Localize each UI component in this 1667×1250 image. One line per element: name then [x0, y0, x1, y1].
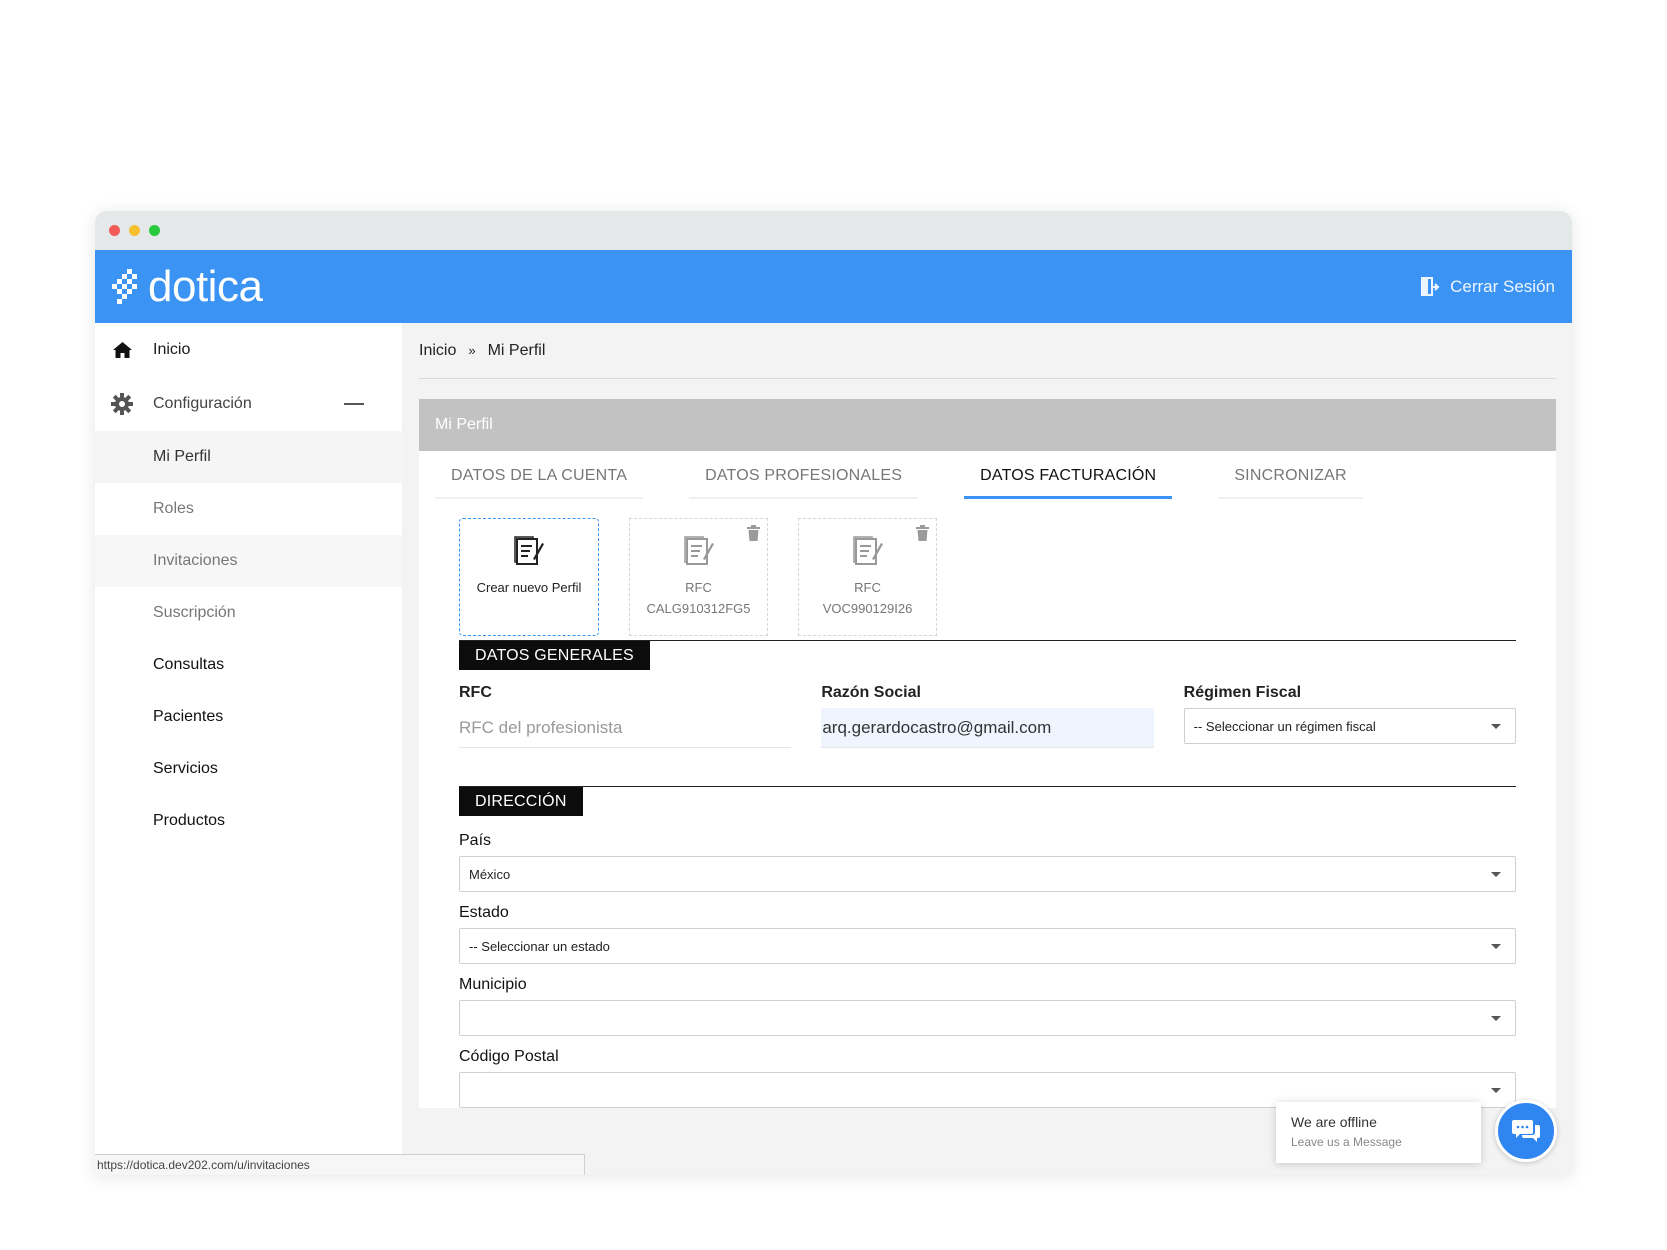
close-window-dot[interactable]	[109, 225, 120, 236]
select-value: -- Seleccionar un régimen fiscal	[1193, 718, 1376, 734]
section-title: DIRECCIÓN	[459, 787, 583, 816]
main-content: Inicio » Mi Perfil Mi Perfil DATOS DE LA…	[402, 323, 1572, 1175]
minimize-window-dot[interactable]	[129, 225, 140, 236]
chat-offline-popup[interactable]: We are offline Leave us a Message	[1276, 1102, 1481, 1163]
select-value: México	[469, 866, 511, 882]
section-divider	[459, 786, 1516, 787]
direccion-section: DIRECCIÓN País México Estado -- Seleccio…	[459, 786, 1516, 1108]
rfc-card-text: RFC VOC990129I26	[823, 577, 913, 619]
logout-button[interactable]: Cerrar Sesión	[1420, 276, 1555, 297]
sidebar: Inicio Configuración Mi Perfil Roles Inv…	[95, 323, 402, 1175]
regimen-fiscal-label: Régimen Fiscal	[1183, 684, 1302, 701]
app-logo[interactable]: dotica	[110, 261, 263, 312]
chevron-down-icon	[1491, 872, 1501, 877]
logout-label: Cerrar Sesión	[1450, 276, 1555, 296]
rfc-card-label: RFC	[685, 580, 712, 595]
select-value: -- Seleccionar un estado	[469, 938, 610, 954]
sidebar-item-label: Inicio	[153, 341, 191, 358]
document-edit-icon	[683, 536, 714, 565]
tab-datos-profesionales[interactable]: DATOS PROFESIONALES	[689, 451, 919, 499]
browser-status-url: https://dotica.dev202.com/u/invitaciones	[95, 1154, 585, 1175]
create-profile-label: Crear nuevo Perfil	[476, 580, 582, 595]
chevron-down-icon	[1491, 1016, 1501, 1021]
billing-profile-cards: Crear nuevo Perfil RFC CALG910312FG5 RFC…	[419, 499, 1556, 640]
sidebar-item-pacientes[interactable]: Pacientes	[95, 691, 402, 743]
breadcrumb-current: Mi Perfil	[487, 341, 546, 359]
chat-subtitle: Leave us a Message	[1291, 1135, 1402, 1149]
rfc-input[interactable]	[459, 708, 792, 748]
tab-datos-facturacion[interactable]: DATOS FACTURACIÓN	[964, 451, 1173, 499]
trash-icon[interactable]	[747, 525, 760, 541]
chevron-down-icon	[1491, 1088, 1501, 1093]
rfc-card-text: RFC CALG910312FG5	[646, 577, 750, 619]
regimen-fiscal-select[interactable]: -- Seleccionar un régimen fiscal	[1183, 708, 1516, 744]
browser-window: dotica Cerrar Sesión Inicio Configuració…	[95, 211, 1572, 1175]
sidebar-item-roles[interactable]: Roles	[95, 483, 402, 535]
panel-title: Mi Perfil	[419, 399, 1556, 451]
rfc-profile-card[interactable]: RFC VOC990129I26	[798, 518, 937, 636]
sidebar-item-servicios[interactable]: Servicios	[95, 743, 402, 795]
rfc-card-label: RFC	[854, 580, 881, 595]
municipio-select[interactable]	[459, 1000, 1516, 1036]
chevron-down-icon	[1490, 724, 1501, 729]
sidebar-item-productos[interactable]: Productos	[95, 795, 402, 847]
window-titlebar	[95, 211, 1572, 250]
razon-social-label: Razón Social	[821, 684, 921, 701]
chat-title: We are offline	[1291, 1114, 1377, 1130]
municipio-label: Municipio	[459, 976, 527, 993]
profile-panel: Mi Perfil DATOS DE LA CUENTA DATOS PROFE…	[419, 399, 1556, 1108]
sidebar-item-configuracion[interactable]: Configuración	[95, 377, 402, 431]
document-edit-icon	[852, 536, 883, 565]
pais-select[interactable]: México	[459, 856, 1516, 892]
rfc-card-value: VOC990129I26	[822, 601, 913, 616]
codigo-postal-label: Código Postal	[459, 1048, 559, 1065]
sidebar-item-consultas[interactable]: Consultas	[95, 639, 402, 691]
dotica-logo-icon	[112, 268, 137, 304]
sidebar-item-mi-perfil[interactable]: Mi Perfil	[95, 431, 402, 483]
tab-datos-cuenta[interactable]: DATOS DE LA CUENTA	[435, 451, 644, 499]
chevron-down-icon	[1491, 944, 1501, 949]
breadcrumb-separator: »	[468, 343, 476, 358]
create-profile-card[interactable]: Crear nuevo Perfil	[459, 518, 599, 636]
logout-icon	[1421, 276, 1440, 296]
top-navbar: dotica Cerrar Sesión	[95, 250, 1572, 323]
tab-sincronizar[interactable]: SINCRONIZAR	[1218, 451, 1363, 499]
estado-label: Estado	[459, 904, 509, 921]
rfc-card-value: CALG910312FG5	[646, 601, 751, 616]
section-title: DATOS GENERALES	[459, 641, 650, 670]
maximize-window-dot[interactable]	[149, 225, 160, 236]
document-edit-icon	[514, 536, 544, 565]
chat-bubble-icon	[1512, 1120, 1540, 1142]
logo-text: dotica	[148, 261, 263, 311]
datos-generales-section: DATOS GENERALES RFC Razón Social Régimen…	[459, 640, 1516, 748]
razon-social-input[interactable]	[821, 708, 1154, 748]
sidebar-item-invitaciones[interactable]: Invitaciones	[95, 535, 402, 587]
sidebar-item-inicio[interactable]: Inicio	[95, 323, 402, 377]
rfc-field-label: RFC	[459, 684, 492, 701]
pais-label: País	[459, 832, 492, 849]
sidebar-item-label: Configuración	[153, 395, 252, 412]
breadcrumb-home-link[interactable]: Inicio	[419, 342, 456, 360]
sidebar-item-suscripcion[interactable]: Suscripción	[95, 587, 402, 639]
breadcrumb: Inicio » Mi Perfil	[419, 323, 1556, 379]
estado-select[interactable]: -- Seleccionar un estado	[459, 928, 1516, 964]
collapse-minus-icon[interactable]	[344, 403, 364, 405]
chat-launcher-button[interactable]	[1495, 1100, 1557, 1162]
profile-tabs: DATOS DE LA CUENTA DATOS PROFESIONALES D…	[419, 451, 1556, 499]
trash-icon[interactable]	[916, 525, 929, 541]
gear-icon	[111, 393, 133, 415]
home-icon	[111, 339, 133, 361]
rfc-profile-card[interactable]: RFC CALG910312FG5	[629, 518, 768, 636]
